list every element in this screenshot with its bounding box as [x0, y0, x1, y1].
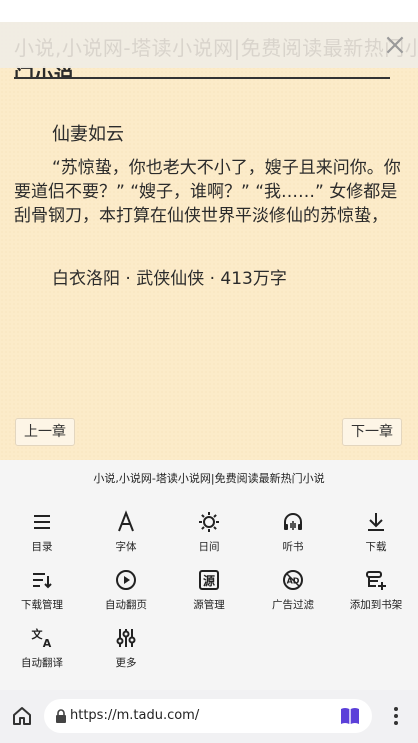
reader-mode-icon[interactable] — [340, 707, 360, 725]
font-icon — [118, 510, 134, 532]
menu-item-label: 下载管理 — [21, 599, 63, 611]
url-text: https://m.tadu.com/ — [70, 708, 200, 723]
menu-item-download[interactable]: 下载 — [334, 510, 418, 560]
next-chapter-button[interactable]: 下一章 — [342, 418, 402, 446]
menu-item-source-manager[interactable]: 源 源管理 — [167, 568, 251, 618]
sliders-icon — [116, 629, 136, 647]
reader-page[interactable]: 门小说 小说,小说网-塔读小说网|免费阅读最新热门小说 仙妻如云 “苏惊蛰，你也… — [0, 22, 418, 460]
menu-item-toc[interactable]: 目录 — [0, 510, 84, 560]
book-description: “苏惊蛰，你也老大不小了，嫂子且来问你。你要道侣不要？” “嫂子，谁啊？” “我… — [14, 158, 401, 226]
menu-item-label: 源管理 — [193, 599, 225, 611]
home-icon[interactable] — [10, 704, 34, 728]
download-list-icon — [33, 573, 52, 589]
more-vert-icon[interactable] — [386, 704, 406, 728]
menu-item-label: 日间 — [198, 541, 220, 553]
list-icon — [34, 515, 50, 529]
play-circle-icon — [116, 570, 136, 590]
menu-item-label: 目录 — [31, 541, 53, 553]
svg-text:A: A — [43, 637, 52, 650]
menu-item-label: 添加到书架 — [349, 599, 403, 611]
close-icon[interactable] — [382, 32, 408, 58]
sun-icon — [199, 512, 219, 532]
menu-item-label: 字体 — [115, 541, 137, 553]
url-bar[interactable]: https://m.tadu.com/ — [44, 699, 372, 733]
menu-item-day-mode[interactable]: 日间 — [167, 510, 251, 560]
status-bar — [0, 0, 418, 22]
ad-block-icon: AD — [283, 570, 303, 590]
book-meta: 白衣洛阳 · 武侠仙侠 · 413万字 — [52, 269, 287, 289]
download-icon — [368, 513, 384, 531]
svg-text:文: 文 — [32, 627, 44, 641]
lock-icon — [56, 709, 66, 723]
translate-icon: 文 A — [32, 627, 52, 650]
svg-text:源: 源 — [203, 573, 215, 588]
menu-item-label: 自动翻译 — [21, 657, 63, 669]
headphones-icon — [284, 513, 302, 530]
prev-chapter-button[interactable]: 上一章 — [15, 418, 75, 446]
menu-item-auto-translate[interactable]: 文 A 自动翻译 — [0, 626, 84, 676]
menu-item-add-bookshelf[interactable]: 添加到书架 — [334, 568, 418, 618]
add-bookshelf-icon — [366, 571, 386, 590]
menu-item-listen[interactable]: 听书 — [251, 510, 335, 560]
menu-item-ad-filter[interactable]: AD 广告过滤 — [251, 568, 335, 618]
menu-item-label: 广告过滤 — [272, 599, 314, 611]
menu-item-auto-page[interactable]: 自动翻页 — [84, 568, 168, 618]
menu-item-more[interactable]: 更多 — [84, 626, 168, 676]
menu-title: 小说,小说网-塔读小说网|免费阅读最新热门小说 — [93, 472, 325, 485]
source-icon: 源 — [199, 570, 219, 590]
menu-item-font[interactable]: 字体 — [84, 510, 168, 560]
menu-item-label: 更多 — [115, 657, 137, 669]
menu-item-download-manager[interactable]: 下载管理 — [0, 568, 84, 618]
reader-top-bar: 小说,小说网-塔读小说网|免费阅读最新热门小说 — [0, 22, 418, 68]
reader-site-title: 小说,小说网-塔读小说网|免费阅读最新热门小说 — [14, 36, 418, 60]
menu-item-label: 听书 — [282, 541, 304, 553]
menu-item-label: 自动翻页 — [105, 599, 147, 611]
browser-toolbar: https://m.tadu.com/ — [0, 690, 418, 743]
reader-menu-panel: 小说,小说网-塔读小说网|免费阅读最新热门小说 目录 字体 日间 听书 下载 下… — [0, 460, 418, 690]
book-title: 仙妻如云 — [52, 124, 124, 145]
menu-item-label: 下载 — [365, 541, 387, 553]
